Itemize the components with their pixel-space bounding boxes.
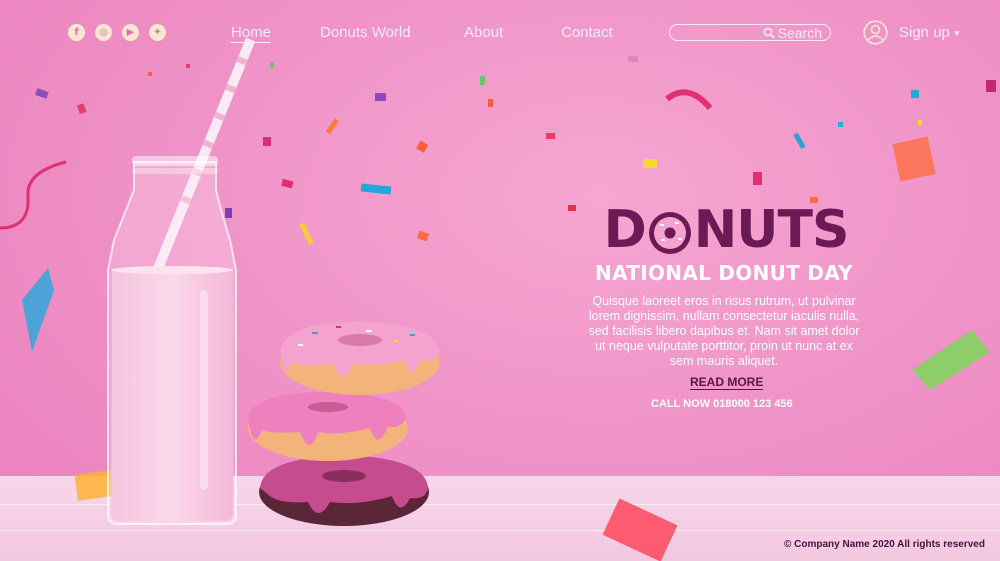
signup-button[interactable]: Sign up ▼ <box>899 24 961 41</box>
hero-subtitle: NATIONAL DONUT DAY <box>595 261 853 285</box>
donut-letter-icon <box>647 210 693 256</box>
search-icon <box>763 27 775 39</box>
hero-description: Quisque laoreet eros in risus rutrum, ut… <box>588 294 860 368</box>
top-navigation: f ◎ ▶ ✦ Home Donuts World About Contact Sea… <box>0 0 1000 64</box>
nav-link-about[interactable]: About <box>464 24 503 41</box>
nav-link-home[interactable]: Home <box>231 24 272 43</box>
chevron-down-icon: ▼ <box>952 28 961 38</box>
user-icon[interactable] <box>863 20 888 45</box>
nav-link-donuts-world[interactable]: Donuts World <box>320 24 411 41</box>
read-more-link[interactable]: READ MORE <box>690 375 764 390</box>
signup-label: Sign up <box>899 24 950 41</box>
search-input[interactable]: Search <box>669 24 831 41</box>
brand-title: D NUTS <box>603 200 850 260</box>
facebook-icon[interactable]: f <box>68 24 85 41</box>
social-links: f ◎ ▶ ✦ <box>68 24 166 41</box>
search-label: Search <box>777 24 822 41</box>
instagram-icon[interactable]: ◎ <box>95 24 112 41</box>
copyright-text: © Company Name 2020 All rights reserved <box>784 539 985 550</box>
brand-logo: D NUTS <box>586 201 866 259</box>
call-now-text: CALL NOW 018000 123 456 <box>651 398 793 410</box>
nav-link-contact[interactable]: Contact <box>561 24 613 41</box>
youtube-icon[interactable]: ▶ <box>122 24 139 41</box>
twitter-icon[interactable]: ✦ <box>149 24 166 41</box>
